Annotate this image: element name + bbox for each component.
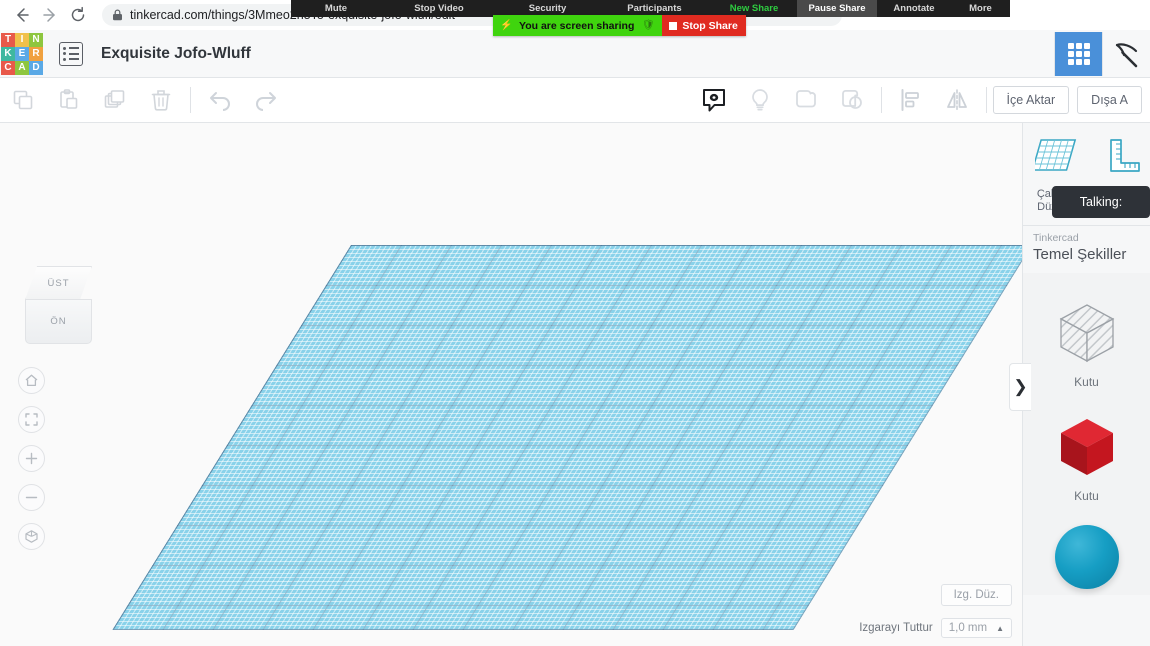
zoom-mute-button[interactable]: Mute bbox=[291, 0, 381, 17]
tinkercad-header: TINKERCAD Exquisite Jofo-Wluff bbox=[0, 30, 1150, 78]
app-root: tinkercad.com/things/3Mmeo2h5To-exquisit… bbox=[0, 0, 1150, 646]
logo-tile-r: R bbox=[29, 46, 43, 61]
light-bulb-icon[interactable] bbox=[737, 78, 783, 123]
shape-sphere[interactable] bbox=[1023, 509, 1150, 595]
zoom-annotate-button[interactable]: Annotate bbox=[877, 0, 951, 17]
design-title[interactable]: Exquisite Jofo-Wluff bbox=[101, 45, 251, 63]
talking-tooltip: Talking: bbox=[1052, 186, 1150, 218]
zoom-out-button[interactable] bbox=[18, 484, 45, 511]
perspective-toggle-button[interactable] bbox=[18, 523, 45, 550]
ruler-icon bbox=[1101, 137, 1145, 182]
panel-source-label: Tinkercad bbox=[1033, 232, 1079, 245]
shape-box-solid[interactable]: Kutu bbox=[1023, 395, 1150, 509]
bolt-icon: ⚡ bbox=[500, 20, 513, 31]
snap-grid-select[interactable]: 1,0 mm ▲ bbox=[940, 618, 1012, 638]
shape-box-hole-label: Kutu bbox=[1074, 375, 1099, 390]
toolbar-divider bbox=[190, 87, 191, 113]
zoom-more-button[interactable]: More bbox=[951, 0, 1010, 17]
align-icon[interactable] bbox=[888, 78, 934, 123]
workplane-wrapper bbox=[0, 123, 1022, 646]
grid-plane-button[interactable]: Izg. Düz. bbox=[940, 584, 1012, 606]
delete-icon[interactable] bbox=[138, 78, 184, 123]
header-right-controls bbox=[1054, 30, 1150, 78]
pickaxe-icon[interactable] bbox=[1102, 31, 1150, 76]
screen-share-banner: ⚡ You are screen sharing 🛡 Stop Share bbox=[493, 15, 746, 36]
box-hole-icon bbox=[1051, 297, 1123, 369]
logo-tile-d: D bbox=[29, 60, 43, 75]
note-icon[interactable] bbox=[691, 78, 737, 123]
panel-category-label[interactable]: Temel Şekiller bbox=[1023, 244, 1150, 273]
caret-up-icon: ▲ bbox=[996, 623, 1004, 633]
mirror-icon[interactable] bbox=[934, 78, 980, 123]
zoom-stop-video-button[interactable]: Stop Video bbox=[381, 0, 497, 17]
stop-share-button[interactable]: Stop Share bbox=[662, 15, 746, 36]
chevron-right-icon: ❯ bbox=[1013, 377, 1028, 396]
zoom-in-button[interactable] bbox=[18, 445, 45, 472]
stop-share-label: Stop Share bbox=[682, 19, 738, 32]
tinkercad-logo[interactable]: TINKERCAD bbox=[1, 32, 43, 75]
snap-grid-value: 1,0 mm bbox=[948, 622, 988, 634]
fit-view-button[interactable] bbox=[18, 406, 45, 433]
panel-collapse-handle[interactable]: ❯ bbox=[1009, 363, 1031, 411]
stop-square-icon bbox=[669, 21, 678, 30]
logo-tile-t: T bbox=[1, 32, 15, 47]
logo-tile-a: A bbox=[15, 60, 29, 75]
view-cube-top-face[interactable]: ÜST bbox=[25, 266, 92, 300]
view-cube-top-label: ÜST bbox=[47, 277, 70, 289]
tinkercad-toolbar: İçe Aktar Dışa A bbox=[0, 78, 1150, 123]
paste-icon[interactable] bbox=[46, 78, 92, 123]
logo-tile-n: N bbox=[29, 32, 43, 47]
share-status-text: You are screen sharing bbox=[519, 19, 635, 32]
browser-forward-button[interactable] bbox=[36, 1, 64, 29]
export-button[interactable]: Dışa A bbox=[1077, 86, 1142, 114]
grid-view-icon[interactable] bbox=[1054, 31, 1102, 76]
view-cube-front-face[interactable]: ÖN bbox=[25, 299, 92, 344]
copy-icon[interactable] bbox=[0, 78, 46, 123]
zoom-pause-share-button[interactable]: Pause Share bbox=[797, 0, 877, 17]
browser-back-button[interactable] bbox=[8, 1, 36, 29]
ungroup-icon[interactable] bbox=[829, 78, 875, 123]
logo-tile-e: E bbox=[15, 46, 29, 61]
logo-tile-c: C bbox=[1, 60, 15, 75]
box-solid-icon bbox=[1051, 411, 1123, 483]
import-button[interactable]: İçe Aktar bbox=[992, 86, 1070, 114]
view-cube-front-label: ÖN bbox=[50, 316, 67, 327]
group-icon[interactable] bbox=[783, 78, 829, 123]
view-cube[interactable]: ÜST ÖN bbox=[25, 266, 92, 344]
share-status-group: ⚡ You are screen sharing 🛡 bbox=[493, 15, 663, 36]
toolbar-divider-3 bbox=[985, 87, 987, 113]
workplane-grid[interactable] bbox=[112, 245, 1022, 630]
workplane-grid-icon bbox=[1031, 137, 1079, 182]
snap-grid-row: Izgarayı Tuttur 1,0 mm ▲ bbox=[859, 618, 1012, 638]
browser-reload-button[interactable] bbox=[64, 1, 92, 29]
home-view-button[interactable] bbox=[18, 367, 45, 394]
shapes-list: Kutu Kutu bbox=[1023, 273, 1150, 596]
list-menu-icon[interactable] bbox=[59, 41, 83, 66]
logo-tile-i: I bbox=[15, 32, 29, 47]
3d-canvas[interactable]: Çalışma Düzlemi ÜST ÖN bbox=[0, 123, 1022, 646]
shield-icon: 🛡 bbox=[642, 20, 655, 31]
grid-view-glyph bbox=[1067, 42, 1090, 65]
shape-box-hole[interactable]: Kutu bbox=[1023, 281, 1150, 395]
logo-tile-k: K bbox=[1, 46, 15, 61]
sphere-icon bbox=[1054, 525, 1119, 590]
navigation-controls bbox=[18, 367, 45, 550]
duplicate-icon[interactable] bbox=[92, 78, 138, 123]
snap-grid-label: Izgarayı Tuttur bbox=[859, 622, 933, 634]
lock-icon bbox=[112, 9, 123, 21]
redo-icon[interactable] bbox=[243, 78, 289, 123]
shape-box-solid-label: Kutu bbox=[1074, 489, 1099, 504]
toolbar-divider-2 bbox=[880, 87, 882, 113]
undo-icon[interactable] bbox=[197, 78, 243, 123]
